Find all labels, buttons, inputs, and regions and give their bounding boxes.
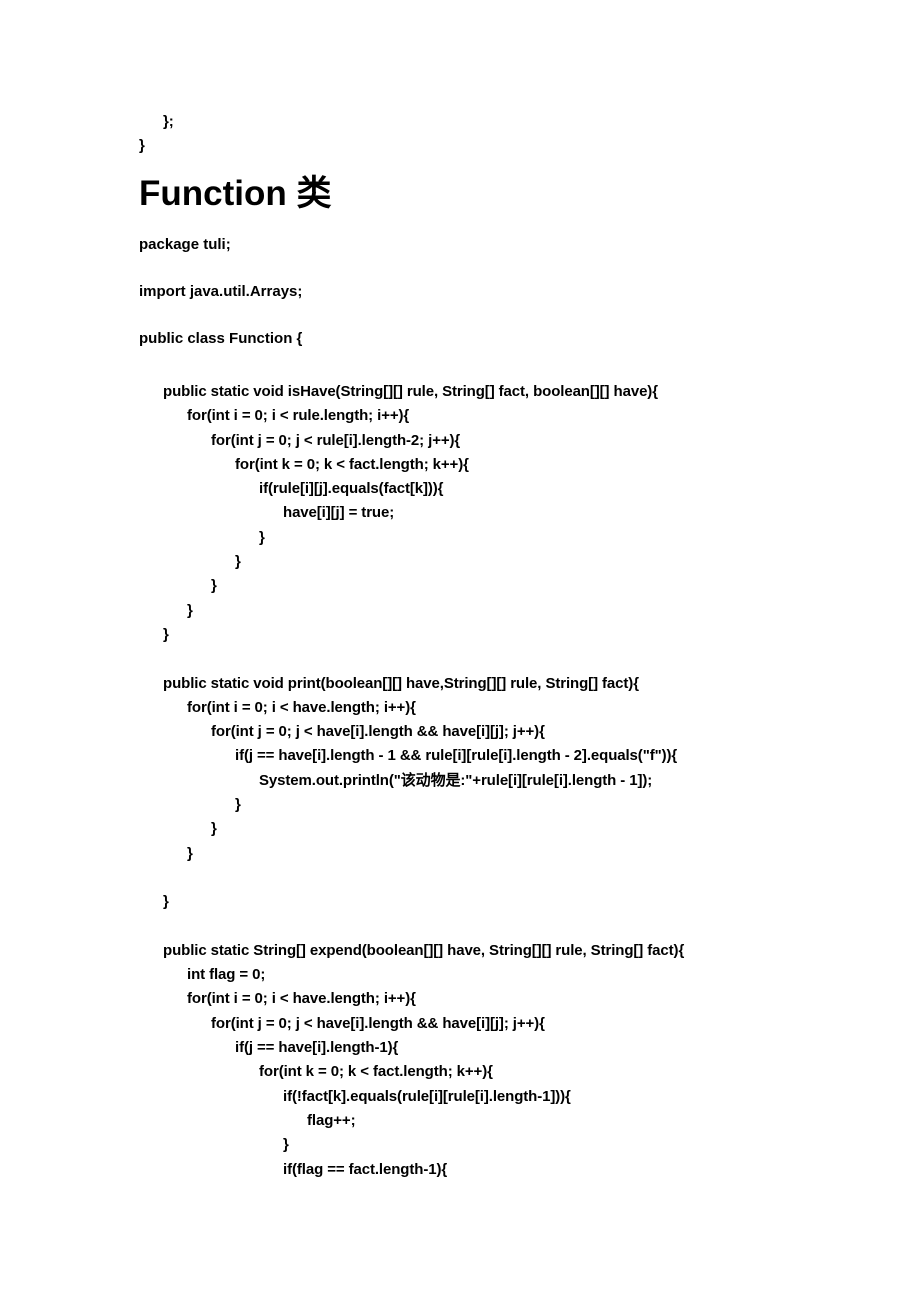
code-line: }: [163, 625, 169, 643]
code-line: if(j == have[i].length - 1 && rule[i][ru…: [235, 747, 678, 765]
code-line: for(int j = 0; j < have[i].length && hav…: [211, 1014, 545, 1032]
code-line: flag++;: [307, 1111, 356, 1129]
import-statement: import java.util.Arrays;: [139, 283, 303, 300]
code-line: }: [211, 820, 217, 838]
code-line: if(rule[i][j].equals(fact[k])){: [259, 480, 444, 498]
code-line: for(int j = 0; j < rule[i].length-2; j++…: [211, 431, 461, 449]
code-line: }: [187, 601, 193, 619]
code-line: public static void isHave(String[][] rul…: [163, 383, 658, 400]
code-line: have[i][j] = true;: [283, 504, 395, 522]
code-line: for(int i = 0; i < have.length; i++){: [187, 990, 416, 1008]
code-line: int flag = 0;: [187, 966, 266, 984]
code-line: }: [187, 844, 193, 862]
document-page: };} Function 类 package tuli; import java.…: [0, 0, 920, 1302]
preamble-block: package tuli; import java.util.Arrays; pub…: [139, 233, 302, 374]
class-declaration: public class Function {: [139, 330, 303, 347]
code-line: if(!fact[k].equals(rule[i][rule[i].lengt…: [283, 1087, 571, 1105]
code-block: public static void isHave(String[][] rul…: [139, 380, 684, 1182]
code-line: }: [235, 553, 241, 571]
previous-class-tail: };}: [139, 110, 174, 159]
code-line: for(int i = 0; i < rule.length; i++){: [187, 407, 410, 425]
code-line: if(j == have[i].length-1){: [235, 1039, 399, 1057]
page-title: Function 类: [139, 174, 332, 213]
code-line: }: [211, 577, 217, 595]
code-line: for(int k = 0; k < fact.length; k++){: [235, 455, 469, 473]
code-line: System.out.println("该动物是:"+rule[i][rule[…: [259, 771, 653, 789]
code-line: for(int j = 0; j < have[i].length && hav…: [211, 723, 545, 741]
code-line: };: [163, 113, 174, 130]
code-line: public static void print(boolean[][] hav…: [163, 674, 639, 692]
package-declaration: package tuli;: [139, 236, 231, 253]
code-line: }: [139, 137, 145, 155]
code-line: }: [283, 1136, 289, 1154]
code-line: }: [163, 893, 169, 911]
code-line: }: [259, 528, 265, 546]
code-line: for(int k = 0; k < fact.length; k++){: [259, 1063, 493, 1081]
code-line: }: [235, 796, 241, 814]
code-line: if(flag == fact.length-1){: [283, 1160, 448, 1178]
code-line: for(int i = 0; i < have.length; i++){: [187, 698, 416, 716]
code-line: public static String[] expend(boolean[][…: [163, 941, 685, 959]
